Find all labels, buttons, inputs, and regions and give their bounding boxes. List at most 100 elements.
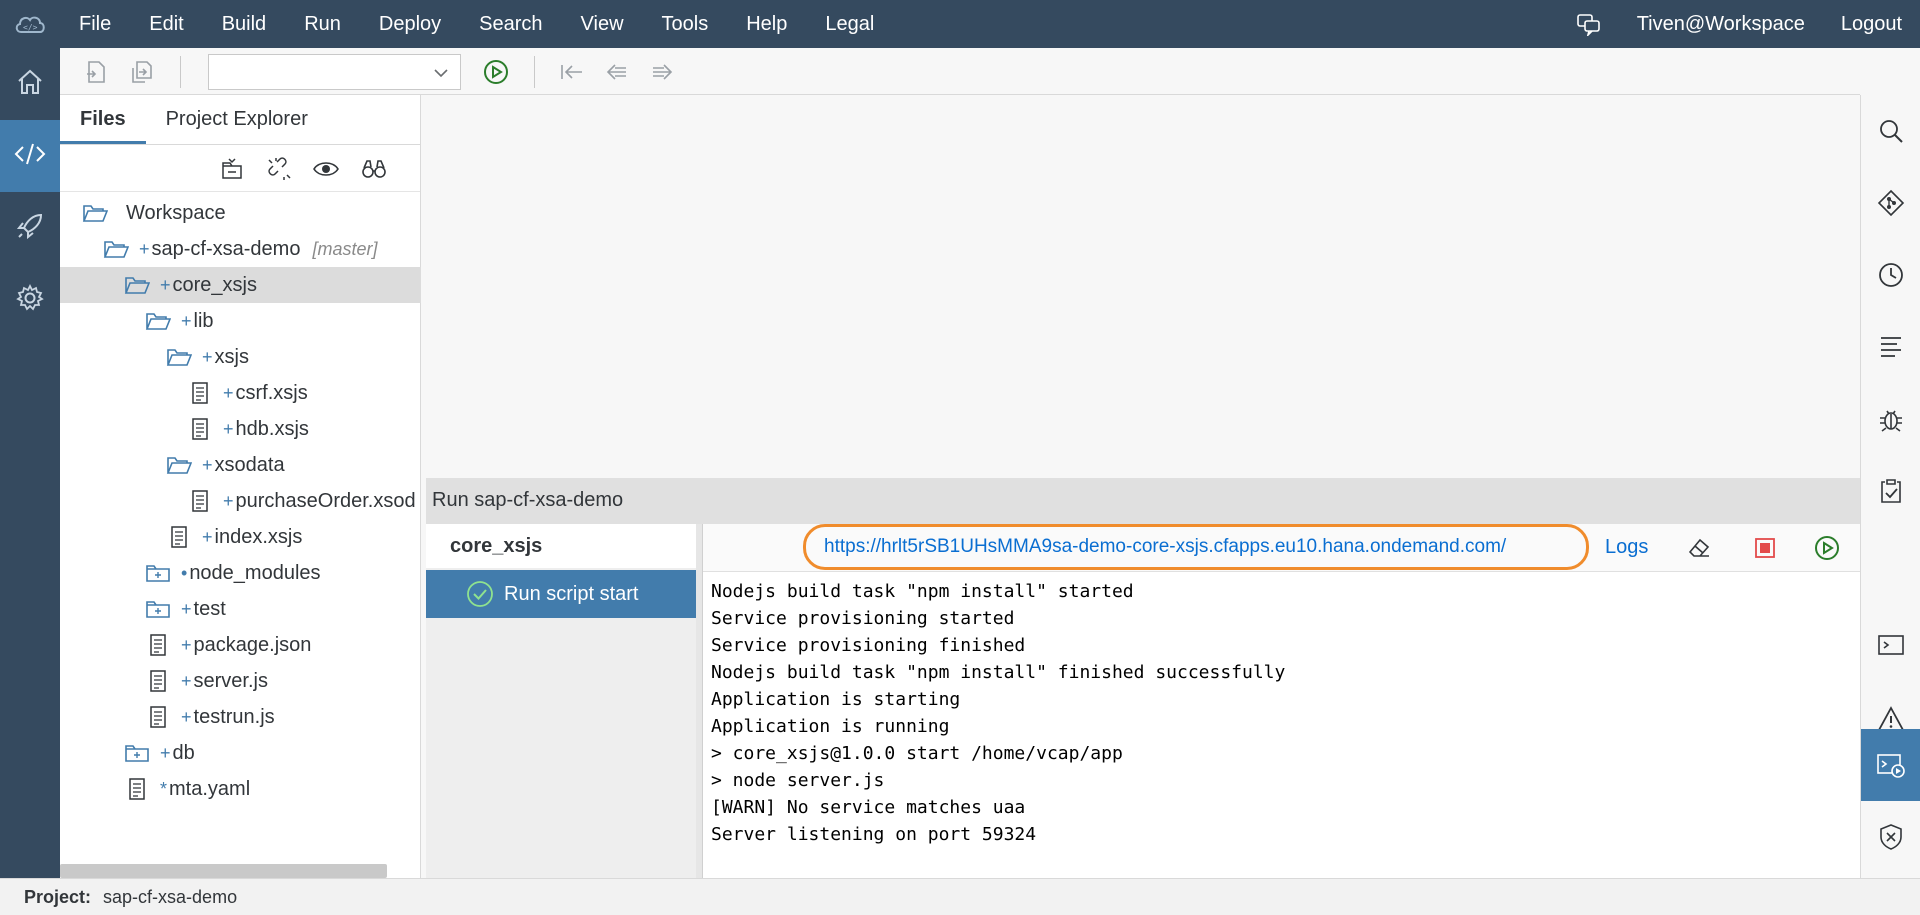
home-button[interactable]	[0, 48, 60, 120]
tree-item-label: index.xsjs	[214, 525, 303, 548]
editor-area	[421, 95, 1860, 470]
tree-item[interactable]: + xsjs	[60, 339, 421, 375]
tree-item[interactable]: + purchaseOrder.xsod	[60, 483, 421, 519]
toolbar-separator	[534, 56, 535, 88]
user-menu[interactable]: Tiven@Workspace	[1619, 0, 1823, 48]
tab-files[interactable]: Files	[60, 95, 146, 144]
git-status-mark: +	[223, 382, 234, 403]
history-pane-button[interactable]	[1861, 239, 1920, 311]
tree-item[interactable]: + index.xsjs	[60, 519, 421, 555]
module-name[interactable]: core_xsjs	[426, 524, 696, 568]
horizontal-scrollbar[interactable]	[60, 864, 387, 878]
navigate-first-button[interactable]	[558, 58, 586, 86]
stop-button[interactable]	[1751, 534, 1779, 562]
clipboard-check-icon	[1881, 479, 1901, 503]
menu-help[interactable]: Help	[727, 0, 806, 48]
file-icon	[145, 668, 171, 694]
new-file-button[interactable]	[82, 58, 110, 86]
tree-item-label: node_modules	[189, 561, 321, 584]
run-button[interactable]	[482, 58, 510, 86]
tree-item[interactable]: + package.json	[60, 627, 421, 663]
tree-item[interactable]: + db	[60, 735, 421, 771]
tasks-pane-button[interactable]	[1861, 455, 1920, 527]
git-status-mark: +	[202, 346, 213, 367]
menu-search[interactable]: Search	[460, 0, 561, 48]
git-pane-button[interactable]	[1861, 167, 1920, 239]
tree-item-label: lib	[193, 309, 214, 332]
folder-open-icon	[103, 236, 129, 262]
tree-item[interactable]: * mta.yaml	[60, 771, 421, 807]
file-icon	[187, 380, 213, 406]
menu-legal[interactable]: Legal	[806, 0, 893, 48]
rocket-icon	[15, 211, 45, 246]
rerun-button[interactable]	[1813, 534, 1841, 562]
file-icon	[187, 416, 213, 442]
menu-file[interactable]: File	[60, 0, 130, 48]
menu-view[interactable]: View	[562, 0, 643, 48]
search-icon	[1880, 120, 1903, 143]
git-status-mark: +	[202, 526, 213, 547]
deploy-button[interactable]	[0, 192, 60, 264]
run-configuration-select[interactable]	[208, 54, 461, 90]
console-output: Nodejs build task "npm install" started S…	[703, 572, 1860, 848]
status-bar: Project: sap-cf-xsa-demo	[0, 878, 1920, 915]
menu-tools[interactable]: Tools	[643, 0, 728, 48]
logout-link[interactable]: Logout	[1823, 0, 1920, 48]
clock-icon	[1879, 263, 1903, 287]
tree-item[interactable]: + hdb.xsjs	[60, 411, 421, 447]
menu-deploy[interactable]: Deploy	[360, 0, 460, 48]
tree-item[interactable]: + testrun.js	[60, 699, 421, 735]
navigate-back-button[interactable]	[603, 58, 631, 86]
git-status-mark: +	[181, 634, 192, 655]
tree-item[interactable]: + core_xsjs	[60, 267, 421, 303]
tree-item[interactable]: + test	[60, 591, 421, 627]
find-in-tree-button[interactable]	[360, 155, 388, 183]
import-button[interactable]	[128, 58, 156, 86]
unlink-button[interactable]	[266, 155, 294, 183]
run-icon	[1815, 536, 1839, 560]
tree-item-label: testrun.js	[193, 705, 275, 728]
git-status-mark: +	[139, 238, 150, 259]
menu-build[interactable]: Build	[203, 0, 285, 48]
tree-item[interactable]: + lib	[60, 303, 421, 339]
url-highlight: https://hrlt5rSB1UHsMMA9sa-demo-core-xsj…	[803, 524, 1589, 570]
run-console-pane-button[interactable]	[1861, 729, 1920, 801]
terminal-pane-button[interactable]	[1861, 609, 1920, 681]
development-button[interactable]	[0, 120, 60, 192]
status-project-label: Project:	[24, 886, 92, 907]
search-pane-button[interactable]	[1861, 95, 1920, 167]
file-icon	[145, 704, 171, 730]
outline-pane-button[interactable]	[1861, 311, 1920, 383]
tree-item[interactable]: Workspace	[60, 195, 421, 231]
clear-console-button[interactable]	[1685, 534, 1713, 562]
tree-item-label: xsjs	[214, 345, 249, 368]
collapse-all-icon	[222, 158, 242, 179]
navigate-forward-button[interactable]	[648, 58, 676, 86]
git-branch-label: [master]	[312, 238, 378, 259]
import-icon	[132, 61, 152, 83]
chat-icon[interactable]	[1559, 0, 1619, 48]
folder-open-icon	[82, 200, 108, 226]
toolbar	[60, 48, 1860, 95]
collapse-all-button[interactable]	[218, 155, 246, 183]
arrow-first-icon	[561, 65, 582, 79]
stop-icon	[1755, 538, 1775, 558]
tree-item[interactable]: • node_modules	[60, 555, 421, 591]
run-script-label: Run script start	[504, 582, 639, 605]
tab-project-explorer[interactable]: Project Explorer	[146, 95, 328, 144]
tree-item-label: csrf.xsjs	[235, 381, 308, 404]
menu-edit[interactable]: Edit	[130, 0, 202, 48]
security-pane-button[interactable]	[1861, 801, 1920, 873]
menu-run[interactable]: Run	[285, 0, 360, 48]
tree-item[interactable]: + server.js	[60, 663, 421, 699]
tree-item[interactable]: + xsodata	[60, 447, 421, 483]
show-hidden-button[interactable]	[312, 155, 340, 183]
tree-item[interactable]: + csrf.xsjs	[60, 375, 421, 411]
run-script-item[interactable]: Run script start	[426, 570, 696, 618]
application-url-link[interactable]: https://hrlt5rSB1UHsMMA9sa-demo-core-xsj…	[824, 536, 1506, 558]
tree-item[interactable]: + sap-cf-xsa-demo [master]	[60, 231, 421, 267]
debugger-pane-button[interactable]	[1861, 383, 1920, 455]
console-line: Application is running	[711, 716, 950, 737]
logs-link[interactable]: Logs	[1605, 536, 1648, 559]
preferences-button[interactable]	[0, 264, 60, 336]
